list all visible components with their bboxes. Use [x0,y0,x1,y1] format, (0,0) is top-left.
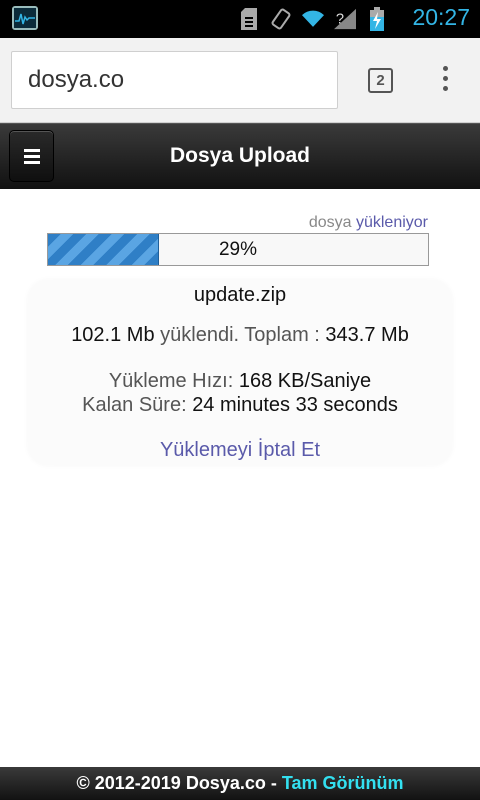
total-size: 343.7 Mb [325,324,409,346]
upload-progress-bar: 29% [47,233,429,266]
cancel-upload-link[interactable]: Yüklemeyi İptal Et [0,439,480,462]
browser-toolbar: dosya.co 2 [0,38,480,123]
clock: 20:27 [412,4,470,30]
speed-value: 168 KB/Saniye [238,370,372,392]
no-signal-icon: ? [334,7,356,31]
status-bar: ? 20:27 [0,0,480,38]
full-view-link[interactable]: Tam Görünüm [282,773,404,793]
speed-label: Yükleme Hızı: [108,370,239,392]
site-header: Dosya Upload [0,123,480,189]
upload-status-label: dosya yükleniyor [309,214,428,232]
url-bar[interactable]: dosya.co [11,51,338,109]
page-footer: © 2012-2019 Dosya.co - Tam Görünüm [0,767,480,800]
page-title: Dosya Upload [169,144,311,167]
rotation-icon [270,7,292,31]
tab-switcher-button[interactable]: 2 [368,68,393,93]
overflow-menu-icon[interactable] [438,66,452,94]
copyright-text: © 2012-2019 Dosya.co [76,773,266,793]
uploaded-label: yüklendi. Toplam : [154,324,326,346]
remaining-value: 24 minutes 33 seconds [192,394,398,416]
file-name: update.zip [193,284,287,306]
status-word-accent: yükleniyor [355,214,428,231]
battery-charging-icon [366,7,388,31]
sim-card-icon [238,7,260,31]
svg-text:?: ? [336,12,344,28]
upload-size-info: 102.1 Mb yüklendi. Toplam : 343.7 Mb [0,324,480,347]
uploaded-size: 102.1 Mb [71,324,155,346]
wifi-icon [302,7,324,31]
progress-percent: 29% [218,239,258,260]
upload-speed: Yükleme Hızı: 168 KB/Saniye [0,370,480,393]
remaining-label: Kalan Süre: [82,394,193,416]
footer-separator: - [265,773,282,793]
status-word: dosya [308,214,352,231]
remaining-time: Kalan Süre: 24 minutes 33 seconds [0,394,480,417]
activity-icon [12,6,38,30]
